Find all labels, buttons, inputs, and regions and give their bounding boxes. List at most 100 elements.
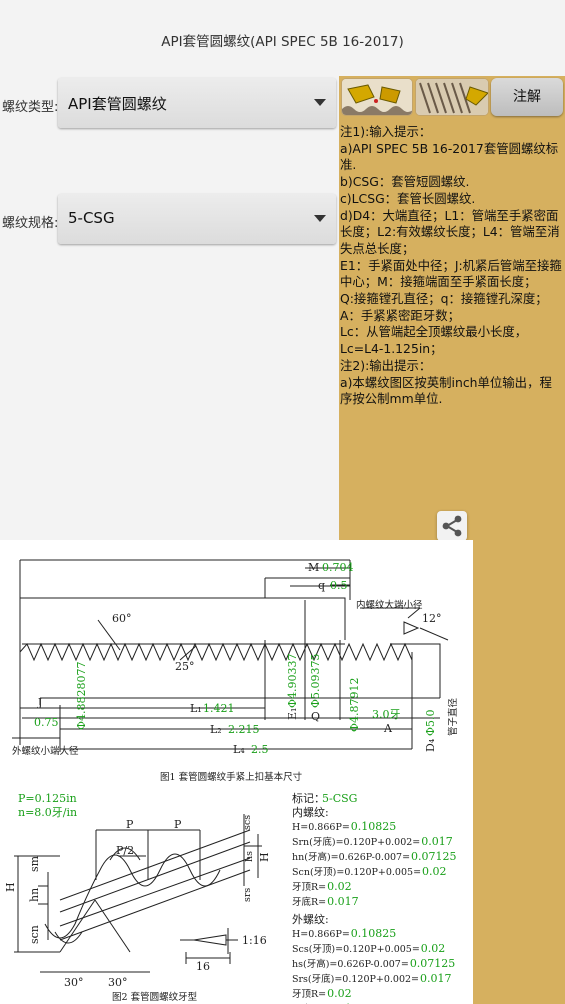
fig1-label-M: M xyxy=(308,561,319,574)
note-line: 注1):输入提示： xyxy=(340,124,432,139)
notes-button[interactable]: 注解 xyxy=(491,78,563,116)
fig2-drawing xyxy=(14,814,262,973)
fig2-outer-row-value: 0.07125 xyxy=(410,957,456,970)
fig2-label-H-left: H xyxy=(4,882,17,892)
fig2-inner-row-label: H=0.866P= xyxy=(292,822,350,833)
fig2-caption: 图2 套管圆螺纹牙型 xyxy=(112,991,198,1003)
notes-text: 注1):输入提示： a)API SPEC 5B 16-2017套管圆螺纹标准. … xyxy=(340,124,562,408)
thread-spec-label: 螺纹规格: xyxy=(2,216,59,231)
fig2-outer-row-label: hs(牙高)=0.626P-0.007= xyxy=(292,958,409,970)
share-button[interactable] xyxy=(437,511,467,541)
thread-diagram: M 0.704 q 0.5 60° 25° 12° 内螺纹大端小径 外螺纹小端大… xyxy=(0,540,473,1004)
thread-spec-value: 5-CSG xyxy=(68,209,115,227)
thread-tool-thumbnail[interactable] xyxy=(341,78,413,116)
fig2-label-scs: scs xyxy=(242,815,253,830)
fig2-inner-title: 内螺纹: xyxy=(292,805,329,819)
fig2-label-hs: hs xyxy=(244,851,255,862)
fig2-angle-30-left: 30° xyxy=(64,976,84,989)
note-line: c)LCSG：套管长圆螺纹. xyxy=(340,190,476,206)
fig1-value-q: 0.5 xyxy=(330,579,348,592)
thread-diagram-svg: M 0.704 q 0.5 60° 25° 12° 内螺纹大端小径 外螺纹小端大… xyxy=(4,559,459,1004)
thread-spec-dropdown[interactable]: 5-CSG xyxy=(58,194,336,244)
share-icon xyxy=(442,515,462,537)
fig1-label-E1: E₁ xyxy=(286,708,299,720)
fig2-tpi: n=8.0牙/in xyxy=(18,806,77,819)
fig1-label-D4: D₄ xyxy=(424,738,437,752)
threaded-pipe-icon xyxy=(416,79,488,115)
fig1-label-q: q xyxy=(318,579,325,592)
fig2-label-P: P xyxy=(126,818,134,831)
fig2-outer-row-label: H=0.866P= xyxy=(292,929,350,940)
fig2-label-srs: srs xyxy=(242,888,253,902)
fig2-outer-row-value: 0.10825 xyxy=(351,927,397,940)
fig2-pitch: P=0.125in xyxy=(18,792,77,805)
dropdown-arrow-icon xyxy=(314,99,326,106)
fig1-value-A: 3.0牙 xyxy=(372,708,401,721)
fig2-outer-row-label: Srs(牙底)=0.120P+0.002= xyxy=(292,973,419,985)
fig2-inner-row-label: Srn(牙底)=0.120P+0.002= xyxy=(292,836,420,848)
fig2-label-P-half: P/2 xyxy=(116,844,134,857)
fig1-caption: 图1 套管圆螺纹手紧上扣基本尺寸 xyxy=(160,771,303,783)
fig2-spec-value: 5-CSG xyxy=(322,792,357,805)
fig2-outer-row-value: 0.02 xyxy=(421,942,446,955)
note-line: a)本螺纹图区按英制inch单位输出，程序按公制mm单位. xyxy=(340,374,552,407)
fig1-label-L2: L₂ xyxy=(210,723,222,736)
fig2-outer-row-label: Scs(牙顶)=0.120P+0.005= xyxy=(292,944,420,955)
fig1-label-A: A xyxy=(383,722,393,735)
fig1-value-E1: Φ4.90337 xyxy=(286,653,299,708)
app-bar: API套管圆螺纹(API SPEC 5B 16-2017) xyxy=(0,0,565,76)
fig2-inner-row-value: 0.02 xyxy=(327,880,352,893)
fig1-value-J: 0.75 xyxy=(34,716,59,729)
note-panel: 注解 注1):输入提示： a)API SPEC 5B 16-2017套管圆螺纹标… xyxy=(339,76,565,540)
fig2-inner-row-label: hn(牙高)=0.626P-0.007= xyxy=(292,851,410,863)
fig2-outer-rows: H=0.866P= 0.10825Scs(牙顶)=0.120P+0.005= 0.0… xyxy=(292,927,455,1004)
fig2-inner-row-label: 牙底R= xyxy=(292,896,326,908)
note-line: b)CSG：套管短圆螺纹. xyxy=(340,174,470,190)
fig1-value-L1: 1.421 xyxy=(203,702,235,715)
fig2-spec-label: 标记： xyxy=(292,791,325,805)
fig2-label-scn: scn xyxy=(28,925,41,944)
fig2-inner-row-value: 0.017 xyxy=(327,895,359,908)
fig1-label-Q: Q xyxy=(311,710,320,723)
thread-tool-icon xyxy=(342,79,412,115)
fig1-value-L4: 2.5 xyxy=(251,743,269,756)
fig1-value-L2: 2.215 xyxy=(228,723,260,736)
fig2-inner-row-value: 0.017 xyxy=(421,835,453,848)
fig1-outer-thread-label: 外螺纹小端大径 xyxy=(12,745,79,757)
fig1-value-M: 0.704 xyxy=(322,561,354,574)
dropdown-arrow-icon xyxy=(314,215,326,222)
threaded-pipe-thumbnail[interactable] xyxy=(415,78,489,116)
fig1-inner-thread-label: 内螺纹大端小径 xyxy=(356,599,423,611)
thread-type-label: 螺纹类型: xyxy=(2,100,59,115)
thread-type-value: API套管圆螺纹 xyxy=(68,95,167,113)
fig1-angle-12: 12° xyxy=(422,612,442,625)
fig2-outer-row-label: 牙顶R= xyxy=(292,989,326,1000)
fig1-labels: M 0.704 q 0.5 60° 25° 12° 内螺纹大端小径 外螺纹小端大… xyxy=(12,561,459,783)
fig1-label-pipe-dia: 管子直径 xyxy=(447,697,459,736)
thread-type-dropdown[interactable]: API套管圆螺纹 xyxy=(58,78,336,128)
fig1-label-L4: L₄ xyxy=(233,743,245,756)
note-line: d)D4：大端直径；L1：管端至手紧密面长度；L2:有效螺纹长度；L4：管端至消… xyxy=(340,207,560,256)
fig2-label-hn: hn xyxy=(28,888,41,902)
fig2-inner-row-label: Scn(牙顶)=0.120P+0.005= xyxy=(292,867,421,878)
fig2-taper: 1:16 xyxy=(242,934,267,947)
fig2-taper-length: 16 xyxy=(196,960,210,973)
note-line: Q:接箍镗孔直径；q：接箍镗孔深度；A：手紧紧密距牙数； xyxy=(340,291,548,323)
note-line: 注2):输出提示： xyxy=(340,357,432,373)
fig2-outer-row-value: 0.02 xyxy=(327,987,352,1000)
fig1-label-L1: L₁ xyxy=(190,702,202,715)
fig1-angle-60: 60° xyxy=(112,612,132,625)
fig2-inner-row-value: 0.07125 xyxy=(411,850,457,863)
fig2-inner-rows: H=0.866P= 0.10825Srn(牙底)=0.120P+0.002= 0.0… xyxy=(292,820,457,908)
fig2-inner-row-label: 牙顶R= xyxy=(292,882,326,893)
fig2-outer-title: 外螺纹: xyxy=(292,912,329,926)
page-title: API套管圆螺纹(API SPEC 5B 16-2017) xyxy=(161,34,404,50)
fig2-angle-30-right: 30° xyxy=(108,976,128,989)
fig2-label-sm: sm xyxy=(28,855,41,872)
fig2-outer-row-value: 0.017 xyxy=(420,972,452,985)
fig1-value-d-mid: Φ4.87912 xyxy=(348,677,361,732)
fig1-value-d-small: Φ4.8828077 xyxy=(75,661,88,730)
fig1-angle-25: 25° xyxy=(175,660,195,673)
fig1-label-J: J xyxy=(37,696,42,709)
note-line: a)API SPEC 5B 16-2017套管圆螺纹标准. xyxy=(340,140,559,173)
